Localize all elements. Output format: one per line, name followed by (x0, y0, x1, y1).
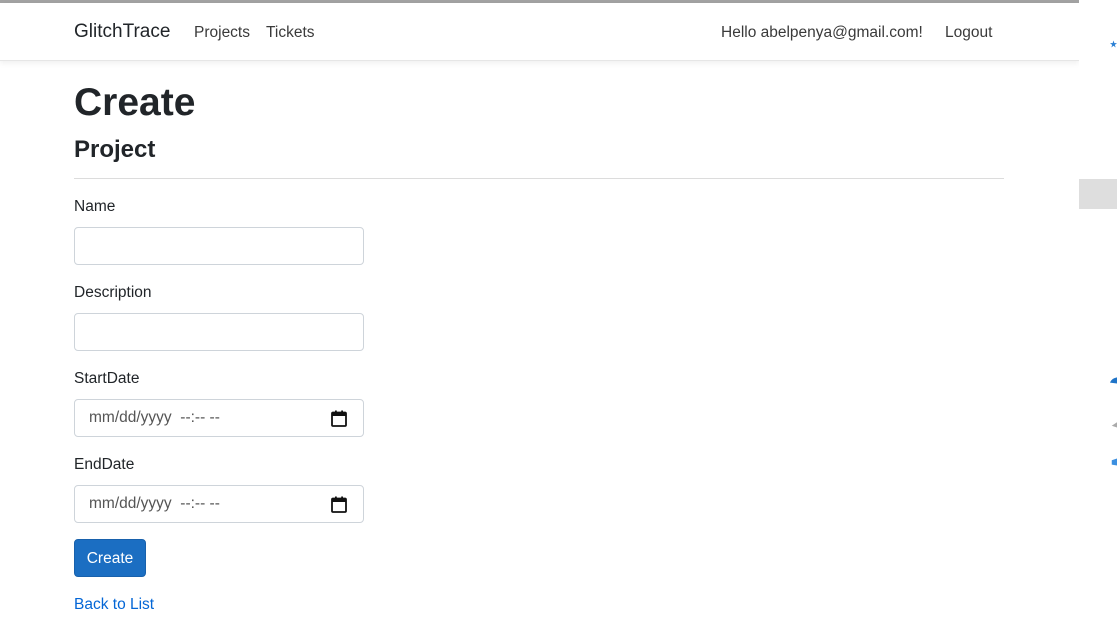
enddate-input[interactable]: mm/dd/yyyy --:-- -- (74, 485, 364, 523)
side-strip-block (1079, 179, 1117, 209)
calendar-icon[interactable] (331, 496, 347, 513)
cube-icon (1111, 458, 1117, 466)
description-input[interactable] (74, 313, 364, 351)
logout-link[interactable]: Logout (945, 24, 992, 42)
create-button[interactable]: Create (74, 539, 146, 577)
nav-projects-link[interactable]: Projects (194, 24, 250, 42)
enddate-label: EndDate (74, 456, 135, 473)
user-greeting-link[interactable]: Hello abelpenya@gmail.com! (721, 24, 923, 42)
navbar: GlitchTrace Projects Tickets Hello abelp… (0, 3, 1079, 61)
startdate-label: StartDate (74, 370, 140, 387)
startdate-input[interactable]: mm/dd/yyyy --:-- -- (74, 399, 364, 437)
brand-link[interactable]: GlitchTrace (74, 21, 170, 43)
page-subtitle: Project (74, 136, 156, 163)
arrow-icon (1111, 422, 1117, 428)
star-icon (1110, 40, 1117, 48)
back-to-list-link[interactable]: Back to List (74, 596, 154, 614)
side-strip (1079, 0, 1117, 644)
startdate-placeholder: mm/dd/yyyy --:-- -- (89, 409, 220, 426)
name-input[interactable] (74, 227, 364, 265)
enddate-placeholder: mm/dd/yyyy --:-- -- (89, 495, 220, 512)
description-label: Description (74, 284, 152, 301)
divider (74, 178, 1004, 179)
cloud-icon (1110, 377, 1117, 384)
calendar-icon[interactable] (331, 410, 347, 427)
name-label: Name (74, 198, 116, 215)
nav-tickets-link[interactable]: Tickets (266, 24, 315, 42)
page-title: Create (74, 81, 196, 124)
